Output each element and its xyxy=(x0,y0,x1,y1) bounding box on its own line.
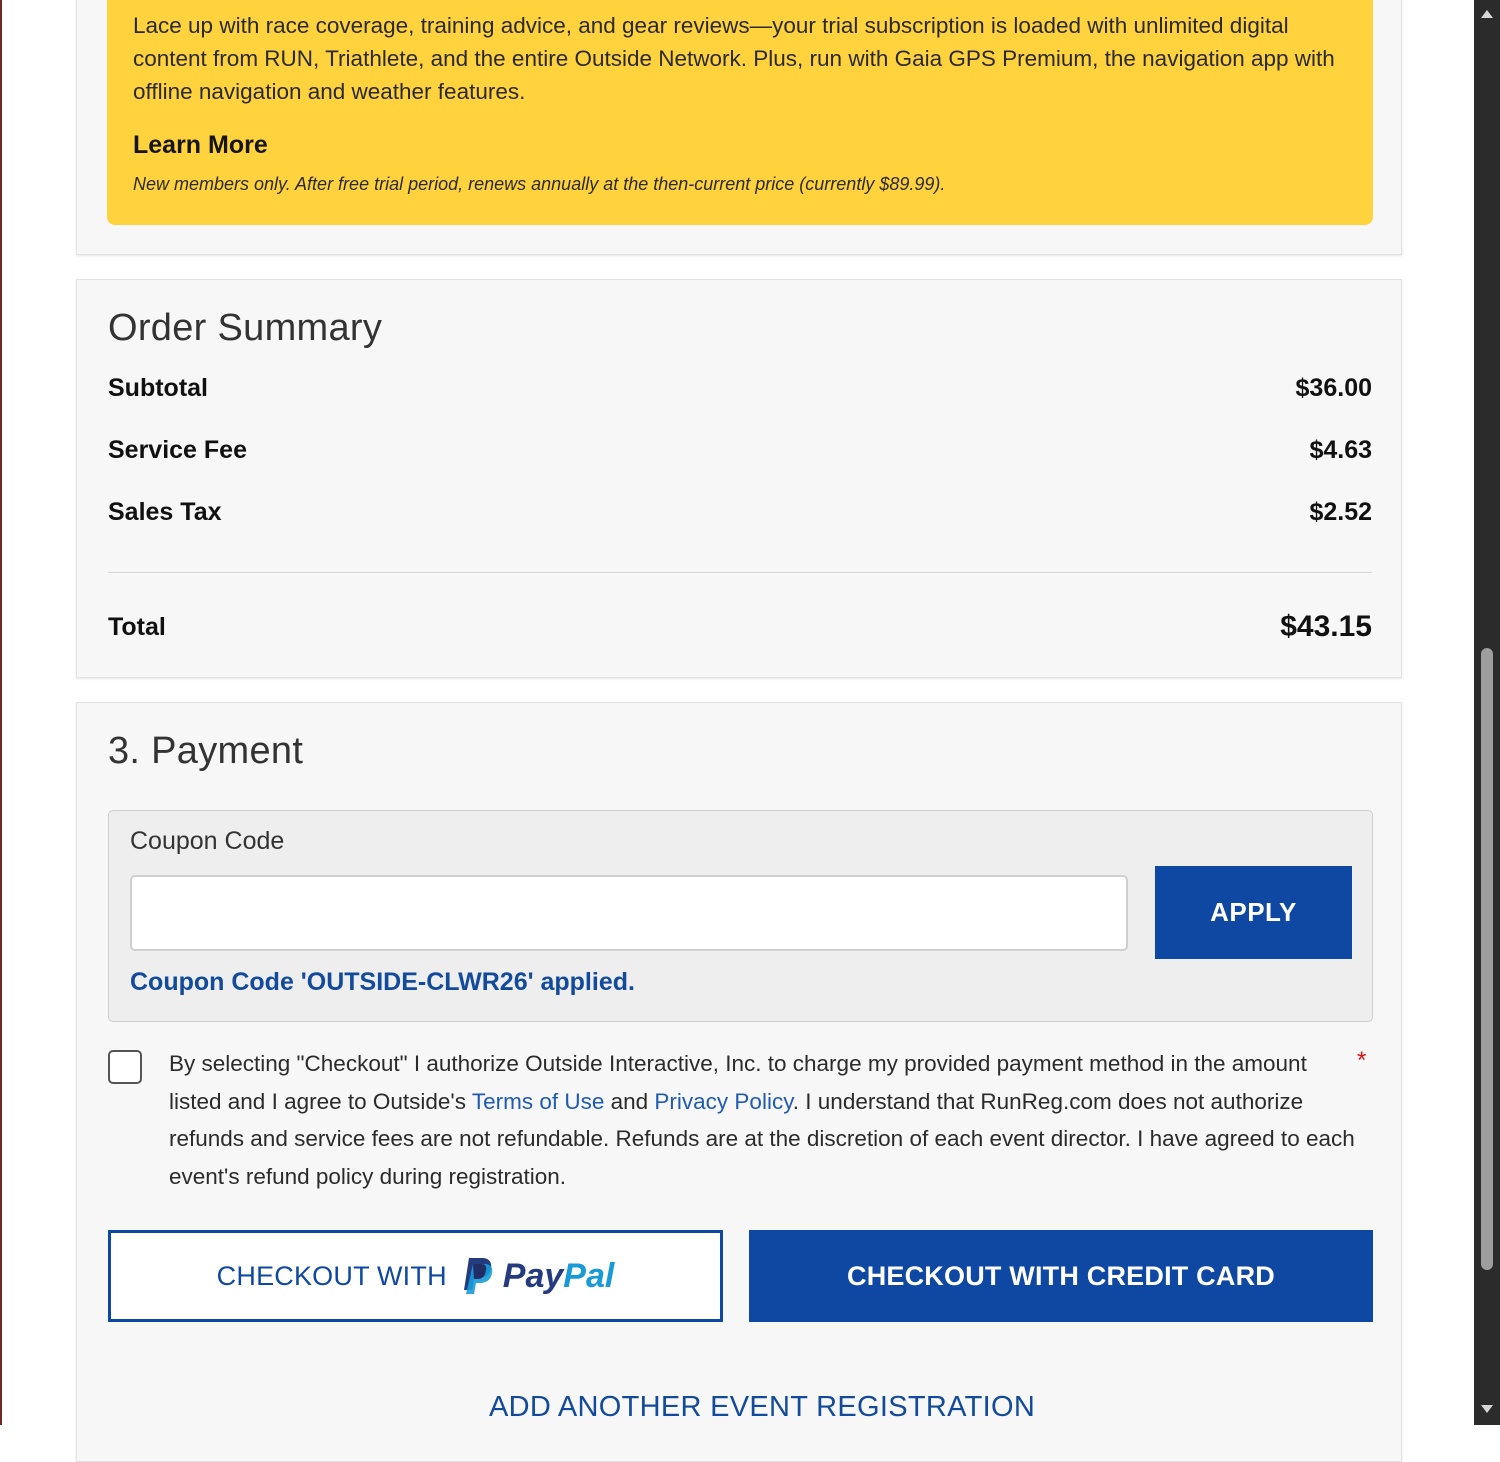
promo-note: New members only. After free trial perio… xyxy=(133,174,946,194)
order-summary-title: Order Summary xyxy=(108,307,383,349)
agreement-text: By selecting "Checkout" I authorize Outs… xyxy=(169,1045,1364,1195)
scroll-down-arrow-icon[interactable] xyxy=(1481,1405,1493,1413)
agreement-checkbox[interactable] xyxy=(108,1050,142,1084)
scroll-up-arrow-icon[interactable] xyxy=(1481,10,1493,18)
paypal-wordmark: PayPal xyxy=(503,1257,615,1296)
checkout-page: Lace up with race coverage, training adv… xyxy=(2,0,1474,1462)
coupon-section: Coupon Code APPLY Coupon Code 'OUTSIDE-C… xyxy=(108,810,1373,1022)
summary-row-label: Sales Tax xyxy=(108,498,222,526)
agreement-text-part2: and xyxy=(604,1088,655,1114)
summary-row-total: Total $43.15 xyxy=(108,610,1372,644)
checkout-paypal-button[interactable]: CHECKOUT WITH PayPal xyxy=(108,1230,723,1322)
apply-coupon-button[interactable]: APPLY xyxy=(1155,866,1352,959)
paypal-wordmark-pay: Pay xyxy=(502,1256,564,1295)
total-label: Total xyxy=(108,612,166,641)
paypal-button-label: CHECKOUT WITH xyxy=(216,1260,447,1291)
promo-description: Lace up with race coverage, training adv… xyxy=(133,13,1335,104)
summary-row-value: $36.00 xyxy=(1295,374,1372,402)
coupon-code-label: Coupon Code xyxy=(130,827,285,855)
privacy-policy-link[interactable]: Privacy Policy xyxy=(654,1089,792,1114)
promo-card: Lace up with race coverage, training adv… xyxy=(76,0,1402,255)
summary-divider xyxy=(108,572,1372,573)
paypal-logo-icon xyxy=(463,1258,493,1294)
summary-row-service-fee: Service Fee $4.63 xyxy=(108,436,1372,465)
order-summary-card: Order Summary Subtotal $36.00 Service Fe… xyxy=(76,279,1402,678)
coupon-code-input[interactable] xyxy=(130,875,1128,951)
coupon-applied-message: Coupon Code 'OUTSIDE-CLWR26' applied. xyxy=(130,968,635,996)
summary-row-subtotal: Subtotal $36.00 xyxy=(108,374,1372,403)
payment-title: 3. Payment xyxy=(108,730,304,772)
summary-row-label: Service Fee xyxy=(108,436,247,464)
vertical-scrollbar[interactable] xyxy=(1474,0,1500,1425)
learn-more-link[interactable]: Learn More xyxy=(133,131,1347,160)
summary-row-label: Subtotal xyxy=(108,374,208,402)
payment-card: 3. Payment Coupon Code APPLY Coupon Code… xyxy=(76,702,1402,1462)
required-asterisk: * xyxy=(1357,1047,1367,1074)
summary-row-value: $4.63 xyxy=(1309,436,1372,464)
promo-banner: Lace up with race coverage, training adv… xyxy=(107,0,1373,225)
total-value: $43.15 xyxy=(1280,610,1372,643)
paypal-wordmark-pal: Pal xyxy=(563,1256,615,1295)
checkout-credit-card-button[interactable]: CHECKOUT WITH CREDIT CARD xyxy=(749,1230,1373,1322)
add-another-event-link[interactable]: ADD ANOTHER EVENT REGISTRATION xyxy=(489,1391,1035,1424)
summary-row-value: $2.52 xyxy=(1309,498,1372,526)
summary-row-sales-tax: Sales Tax $2.52 xyxy=(108,498,1372,527)
terms-of-use-link[interactable]: Terms of Use xyxy=(472,1089,605,1114)
scrollbar-thumb[interactable] xyxy=(1481,648,1493,1270)
